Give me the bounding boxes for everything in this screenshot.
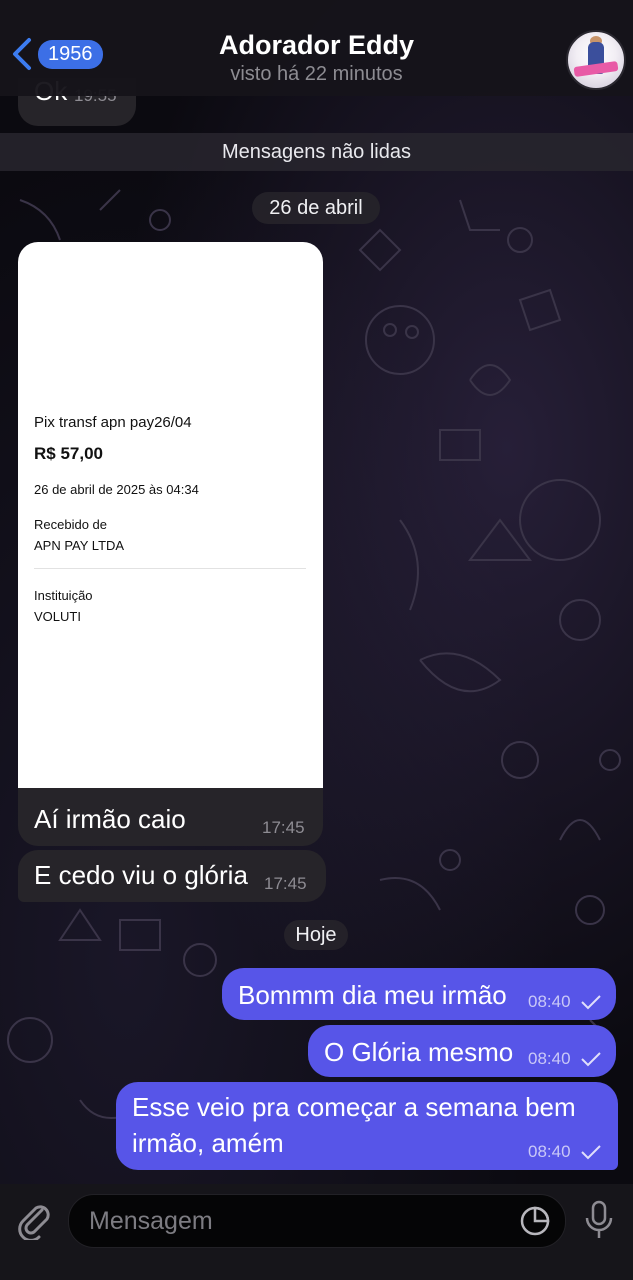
message-text: Aí irmão caio bbox=[34, 804, 186, 834]
avatar[interactable] bbox=[566, 30, 626, 90]
outgoing-message-bubble[interactable]: Esse veio pra começar a semana bem irmão… bbox=[116, 1082, 618, 1170]
sticker-icon[interactable] bbox=[519, 1205, 551, 1237]
receipt-title: Pix transf apn pay26/04 bbox=[34, 414, 192, 431]
incoming-message-bubble[interactable]: E cedo viu o glória 17:45 bbox=[18, 850, 326, 902]
unread-messages-banner: Mensagens não lidas bbox=[0, 133, 633, 171]
message-text: E cedo viu o glória bbox=[34, 860, 248, 890]
message-time: 08:40 bbox=[528, 1049, 571, 1068]
receipt-from: APN PAY LTDA bbox=[34, 538, 125, 553]
message-text-line-2: irmão, amém bbox=[132, 1128, 284, 1158]
receipt-amount: R$ 57,00 bbox=[34, 444, 103, 463]
contact-name[interactable]: Adorador Eddy bbox=[0, 30, 633, 61]
message-time: 08:40 bbox=[528, 992, 571, 1011]
microphone-icon[interactable] bbox=[584, 1200, 614, 1242]
check-icon bbox=[581, 1052, 601, 1067]
message-time: 08:40 bbox=[528, 1142, 571, 1161]
message-time: 17:45 bbox=[264, 874, 307, 893]
date-separator: Hoje bbox=[284, 920, 348, 950]
outgoing-message-bubble[interactable]: O Glória mesmo 08:40 bbox=[308, 1025, 616, 1077]
chat-header: 1956 Adorador Eddy visto há 22 minutos bbox=[0, 0, 633, 96]
paperclip-icon[interactable] bbox=[16, 1200, 54, 1240]
message-text-line-1: Esse veio pra começar a semana bem bbox=[132, 1092, 576, 1122]
outgoing-message-bubble[interactable]: Bommm dia meu irmão 08:40 bbox=[222, 968, 616, 1020]
receipt-institution: VOLUTI bbox=[34, 609, 81, 624]
message-time: 17:45 bbox=[262, 818, 305, 837]
receipt-divider bbox=[34, 568, 306, 569]
message-text: Bommm dia meu irmão bbox=[238, 980, 507, 1010]
check-icon bbox=[581, 1145, 601, 1160]
receipt-datetime: 26 de abril de 2025 às 04:34 bbox=[34, 482, 199, 497]
receipt-label-institution: Instituição bbox=[34, 588, 93, 603]
incoming-message-bubble[interactable]: Aí irmão caio 17:45 bbox=[18, 788, 323, 846]
date-separator: 26 de abril bbox=[252, 192, 380, 224]
message-input-placeholder: Mensagem bbox=[89, 1207, 213, 1235]
receipt-image[interactable]: Pix transf apn pay26/04 R$ 57,00 26 de a… bbox=[18, 242, 323, 788]
receipt-label-from: Recebido de bbox=[34, 517, 107, 532]
check-icon bbox=[581, 995, 601, 1010]
message-input[interactable]: Mensagem bbox=[68, 1194, 566, 1248]
message-composer: Mensagem bbox=[0, 1184, 633, 1280]
message-text: O Glória mesmo bbox=[324, 1037, 514, 1067]
last-seen-status: visto há 22 minutos bbox=[230, 63, 403, 85]
